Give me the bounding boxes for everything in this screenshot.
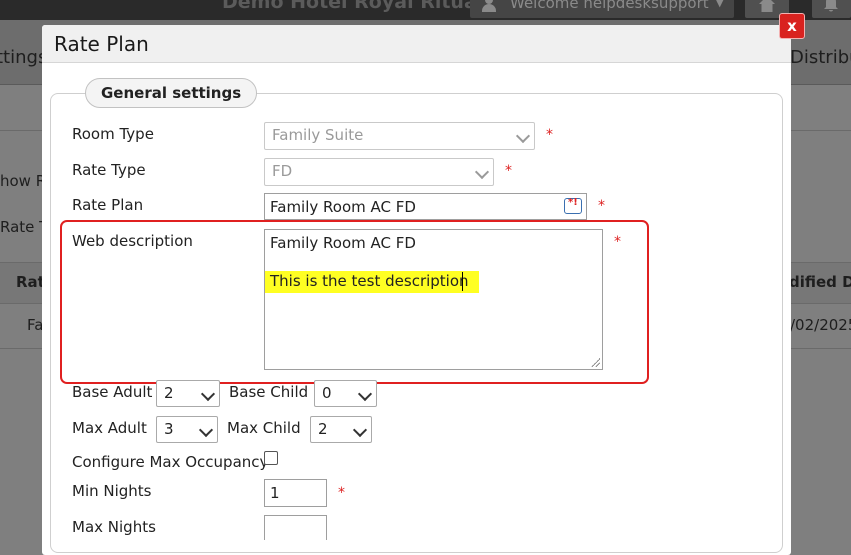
configure-max-occupancy-label: Configure Max Occupancy [72, 453, 269, 471]
configure-max-occupancy-checkbox[interactable] [264, 451, 278, 465]
close-button[interactable]: x [779, 13, 805, 39]
section-title: General settings [85, 78, 258, 108]
bell-icon [824, 0, 838, 12]
max-adult-label: Max Adult [72, 419, 147, 437]
column-header-rate: Rat [16, 273, 45, 291]
room-type-label: Room Type [72, 125, 154, 143]
chevron-down-icon: ▼ [715, 0, 724, 9]
min-nights-value: 1 [270, 484, 280, 502]
required-mark: * [505, 163, 512, 179]
required-mark: * [546, 127, 553, 143]
max-adult-value: 3 [164, 420, 174, 438]
min-nights-label: Min Nights [72, 482, 152, 500]
rate-type-select[interactable]: FD [264, 158, 494, 186]
nav-item-distribution[interactable]: Distribu [790, 47, 851, 68]
min-nights-input[interactable]: 1 [264, 479, 327, 507]
translate-icon[interactable]: *! [564, 197, 582, 214]
max-nights-input[interactable] [264, 515, 327, 540]
base-child-value: 0 [322, 384, 332, 402]
chevron-down-icon [515, 128, 531, 144]
column-header-modified-date: dified Da [789, 273, 851, 291]
base-child-select[interactable]: 0 [314, 380, 377, 407]
rate-type-label: Rate Type [72, 161, 146, 179]
notifications-button[interactable] [812, 0, 851, 18]
show-label: how R [0, 172, 47, 190]
rate-plan-input[interactable]: Family Room AC FD *! [264, 193, 587, 220]
table-row-date: /02/2025 [790, 316, 851, 334]
base-adult-label: Base Adult [72, 383, 153, 401]
hotel-name: Demo Hotel Royal Rituals [222, 0, 495, 13]
rate-plan-label: Rate Plan [72, 196, 144, 214]
chevron-down-icon [357, 386, 373, 402]
max-child-select[interactable]: 2 [310, 416, 372, 443]
welcome-text: Welcome helpdesksupport [510, 0, 709, 12]
home-icon [759, 0, 775, 12]
chevron-down-icon [474, 164, 490, 180]
required-mark: * [598, 198, 605, 214]
chevron-down-icon [200, 386, 216, 402]
user-icon [482, 0, 496, 12]
base-adult-select[interactable]: 2 [156, 380, 220, 407]
chevron-down-icon [352, 422, 368, 438]
modal-header: Rate Plan [42, 25, 791, 63]
rate-type-value: FD [272, 162, 293, 180]
chevron-down-icon [198, 422, 214, 438]
base-child-label: Base Child [229, 383, 309, 401]
user-menu-button[interactable]: Welcome helpdesksupport ▼ [470, 0, 734, 18]
max-child-value: 2 [318, 420, 328, 438]
modal-title: Rate Plan [54, 32, 149, 56]
max-adult-select[interactable]: 3 [156, 416, 218, 443]
max-nights-label: Max Nights [72, 518, 156, 536]
highlight-annotation [60, 220, 649, 384]
room-type-select[interactable]: Family Suite [264, 122, 535, 150]
app-topbar: Demo Hotel Royal Rituals Welcome helpdes… [0, 0, 851, 20]
required-mark: * [338, 485, 345, 501]
base-adult-value: 2 [164, 384, 174, 402]
rate-plan-value: Family Room AC FD [270, 198, 416, 216]
table-row-name: Fa [27, 316, 44, 334]
max-child-label: Max Child [227, 419, 301, 437]
room-type-value: Family Suite [272, 126, 364, 144]
nav-item-settings[interactable]: ttings [0, 47, 47, 68]
